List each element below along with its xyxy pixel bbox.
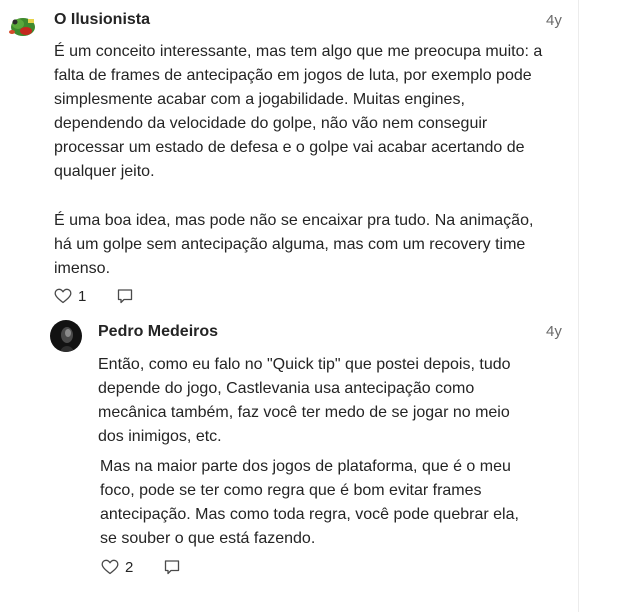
like-button[interactable]: 1 — [54, 288, 86, 305]
comment-actions: 1 — [54, 285, 134, 307]
comment-timestamp[interactable]: 4y — [546, 323, 562, 340]
comment-timestamp[interactable]: 4y — [546, 12, 562, 29]
speech-bubble-icon — [163, 558, 181, 576]
like-button[interactable]: 2 — [101, 559, 133, 576]
reply-button[interactable] — [116, 287, 134, 305]
reply-button[interactable] — [163, 558, 181, 576]
thread-right-divider — [578, 0, 579, 612]
comment-paragraph: Então, como eu falo no "Quick tip" que p… — [98, 356, 511, 445]
comment-author-name[interactable]: O Ilusionista — [54, 11, 150, 29]
dark-portrait-avatar[interactable] — [50, 320, 82, 352]
green-red-creature-avatar[interactable] — [6, 10, 38, 42]
comment-actions: 2 — [101, 556, 181, 578]
speech-bubble-icon — [116, 287, 134, 305]
heart-outline-icon — [101, 559, 119, 575]
like-count: 1 — [78, 287, 87, 305]
heart-outline-icon — [54, 288, 72, 304]
comment-author-name[interactable]: Pedro Medeiros — [98, 323, 218, 341]
like-count: 2 — [125, 558, 134, 576]
comment-paragraph: É um conceito interessante, mas tem algo… — [54, 43, 543, 180]
comment-paragraph: É uma boa idea, mas pode não se encaixar… — [54, 212, 534, 277]
comment-paragraph: Mas na maior parte dos jogos de platafor… — [100, 458, 519, 547]
